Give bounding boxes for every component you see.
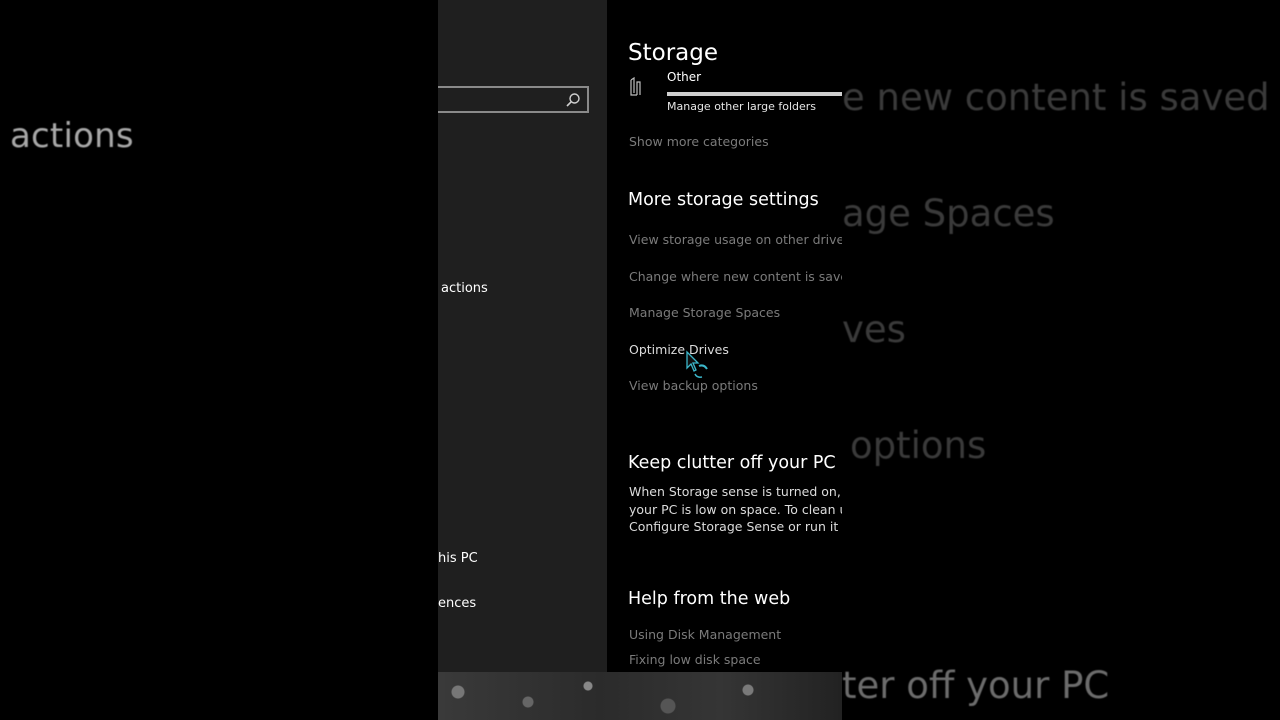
description-line: your PC is low on space. To clean up	[629, 501, 842, 517]
sidebar-item-actions[interactable]: actions	[441, 281, 488, 296]
change-new-content-location-link[interactable]: Change where new content is saved	[629, 269, 842, 284]
search-input[interactable]	[438, 86, 589, 113]
more-storage-settings-heading: More storage settings	[628, 190, 819, 210]
category-other-usage-bar	[667, 92, 842, 96]
zoomed-ghost-text: age Spaces	[842, 192, 1055, 235]
zoomed-ghost-text: e new content is saved	[842, 76, 1270, 119]
sidebar-item-preferences[interactable]: ences	[438, 596, 476, 611]
folder-icon	[630, 76, 641, 96]
view-backup-options-link[interactable]: View backup options	[629, 378, 758, 393]
zoomed-ghost-text: options	[850, 424, 987, 467]
search-icon	[566, 93, 580, 107]
left-zoom-overlay: actions	[0, 0, 438, 720]
description-line: When Storage sense is turned on, it'll	[629, 484, 842, 499]
zoomed-ghost-text: ves	[842, 308, 906, 351]
storage-sense-description: When Storage sense is turned on, it'll y…	[629, 483, 842, 536]
description-line: Configure Storage Sense or run it no	[629, 519, 842, 534]
background-photo-strip	[438, 672, 842, 720]
manage-storage-spaces-link[interactable]: Manage Storage Spaces	[629, 305, 780, 320]
view-storage-other-drives-link[interactable]: View storage usage on other drives	[629, 232, 842, 247]
zoomed-ghost-text: ter off your PC	[842, 664, 1110, 707]
mouse-pointer-icon	[686, 350, 708, 378]
using-disk-management-link[interactable]: Using Disk Management	[629, 627, 781, 642]
category-other-description: Manage other large folders	[667, 100, 817, 113]
keep-clutter-heading: Keep clutter off your PC	[628, 453, 836, 473]
help-from-web-heading: Help from the web	[628, 589, 791, 609]
sidebar-item-this-pc[interactable]: his PC	[438, 551, 478, 566]
optimize-drives-link[interactable]: Optimize Drives	[629, 342, 729, 357]
show-more-categories-link[interactable]: Show more categories	[629, 134, 769, 149]
settings-sidebar: actions his PC ences	[438, 0, 607, 720]
storage-settings-panel: Storage Other Manage other large folders…	[607, 0, 842, 672]
page-title: Storage	[628, 40, 718, 66]
fixing-low-disk-space-link[interactable]: Fixing low disk space	[629, 652, 761, 667]
right-zoom-overlay: e new content is saved age Spaces ves op…	[842, 0, 1280, 720]
category-other-label[interactable]: Other	[667, 70, 701, 84]
zoomed-ghost-text: actions	[10, 116, 134, 156]
